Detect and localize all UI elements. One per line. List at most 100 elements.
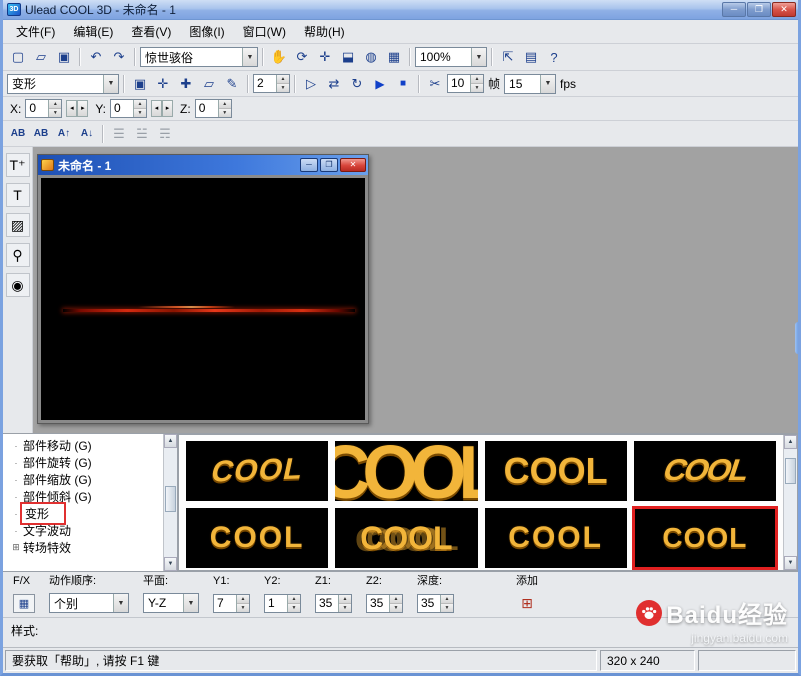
new-file-icon[interactable]: ▢: [7, 47, 29, 68]
split-text-down-icon[interactable]: A↓: [76, 123, 98, 144]
undo-icon[interactable]: ↶: [85, 47, 107, 68]
menu-item[interactable]: 窗口(W): [234, 20, 295, 43]
effect-thumbnail[interactable]: COOL: [631, 506, 779, 570]
chevron-down-icon[interactable]: ▼: [113, 594, 128, 612]
tree-item[interactable]: · 文字波动: [9, 522, 163, 539]
shape-icon[interactable]: ▷: [300, 73, 322, 94]
spin-up-icon[interactable]: ▲: [237, 595, 249, 604]
nudge-left-icon[interactable]: ◂: [151, 100, 163, 117]
edit-text-icon[interactable]: AB: [30, 123, 52, 144]
fx-grid-icon[interactable]: ▦: [13, 594, 35, 613]
spin-up-icon[interactable]: ▲: [218, 100, 231, 109]
doc-close-button[interactable]: ✕: [340, 158, 366, 172]
stop-icon[interactable]: ■: [392, 73, 414, 94]
add-effect-icon[interactable]: ⊞: [516, 594, 538, 613]
effect-thumbnail[interactable]: COOL: [186, 441, 329, 501]
align-center-icon[interactable]: ☱: [131, 123, 153, 144]
scroll-track[interactable]: [164, 448, 177, 557]
y-spinner[interactable]: 0 ▲ ▼: [110, 99, 148, 118]
save-icon[interactable]: ▣: [53, 47, 75, 68]
z1-spinner[interactable]: 35 ▲ ▼: [315, 594, 352, 613]
spin-down-icon[interactable]: ▼: [390, 604, 402, 612]
swap-direction-icon[interactable]: ⇄: [323, 73, 345, 94]
render-frame-icon[interactable]: ▤: [520, 47, 542, 68]
document-title-bar[interactable]: 未命名 - 1 ─ ❐ ✕: [38, 155, 368, 175]
rotate-view-icon[interactable]: ⟳: [291, 47, 313, 68]
spin-down-icon[interactable]: ▼: [49, 109, 62, 117]
scroll-down-icon[interactable]: ▼: [164, 557, 177, 571]
attributes-icon[interactable]: ▣: [129, 73, 151, 94]
position-icon[interactable]: ✛: [152, 73, 174, 94]
spin-down-icon[interactable]: ▼: [134, 109, 147, 117]
scroll-thumb[interactable]: [785, 457, 796, 484]
menu-item[interactable]: 帮助(H): [295, 20, 354, 43]
spin-up-icon[interactable]: ▲: [339, 595, 351, 604]
nudge-right-icon[interactable]: ▸: [77, 100, 89, 117]
pen-icon[interactable]: ✎: [221, 73, 243, 94]
globe-icon[interactable]: ◍: [360, 47, 382, 68]
material-sphere-tool-icon[interactable]: ◉: [5, 273, 30, 297]
fps-combo[interactable]: 15 ▼: [504, 73, 557, 94]
edit-text-tool-icon[interactable]: T: [5, 183, 30, 207]
tree-scrollbar[interactable]: ▲ ▼: [163, 434, 177, 571]
thumbnails-scrollbar[interactable]: ▲ ▼: [783, 435, 797, 570]
export-icon[interactable]: ⇱: [497, 47, 519, 68]
spin-up-icon[interactable]: ▲: [277, 75, 289, 84]
chevron-down-icon[interactable]: ▼: [242, 48, 257, 66]
minimize-button[interactable]: ─: [722, 2, 746, 17]
chevron-down-icon[interactable]: ▼: [540, 74, 556, 93]
nudge-right-icon[interactable]: ▸: [162, 100, 174, 117]
y1-spinner[interactable]: 7 ▲ ▼: [213, 594, 250, 613]
spin-up-icon[interactable]: ▲: [441, 595, 453, 604]
insert-text-icon[interactable]: AB: [7, 123, 29, 144]
menu-item[interactable]: 图像(I): [180, 20, 233, 43]
scroll-down-icon[interactable]: ▼: [784, 556, 797, 570]
document-window[interactable]: 未命名 - 1 ─ ❐ ✕: [37, 154, 369, 424]
effect-thumbnail[interactable]: COOL: [335, 441, 478, 501]
doc-minimize-button[interactable]: ─: [300, 158, 318, 172]
tree-item[interactable]: ⊞ 转场特效: [9, 539, 163, 556]
chevron-down-icon[interactable]: ▼: [103, 74, 118, 93]
chevron-down-icon[interactable]: ▼: [183, 594, 198, 612]
tree-item[interactable]: · 部件缩放 (G): [9, 471, 163, 488]
grid-table-icon[interactable]: ▦: [383, 47, 405, 68]
dimension-icon[interactable]: ⬓: [337, 47, 359, 68]
add-keyframe-icon[interactable]: ✚: [175, 73, 197, 94]
effect-thumbnail[interactable]: COOL: [186, 508, 329, 568]
redo-icon[interactable]: ↷: [108, 47, 130, 68]
scroll-up-icon[interactable]: ▲: [784, 435, 797, 449]
loop-icon[interactable]: ↻: [346, 73, 368, 94]
tree-item[interactable]: · 部件旋转 (G): [9, 454, 163, 471]
window-edge-scroll-thumb[interactable]: [795, 322, 798, 354]
z-spinner[interactable]: 0 ▲ ▼: [194, 99, 232, 118]
current-frame-spinner[interactable]: 2 ▲ ▼: [253, 74, 290, 93]
effect-thumbnail[interactable]: COOL: [484, 441, 627, 501]
total-frames-spinner[interactable]: 10 ▲ ▼: [447, 74, 484, 93]
y2-spinner[interactable]: 1 ▲ ▼: [264, 594, 301, 613]
effect-thumbnail[interactable]: COOL: [335, 508, 478, 568]
play-icon[interactable]: ▶: [369, 73, 391, 94]
chevron-down-icon[interactable]: ▼: [471, 48, 486, 66]
doc-maximize-button[interactable]: ❐: [320, 158, 338, 172]
nudge-left-icon[interactable]: ◂: [66, 100, 78, 117]
spin-down-icon[interactable]: ▼: [218, 109, 231, 117]
spin-down-icon[interactable]: ▼: [339, 604, 351, 612]
maximize-button[interactable]: ❐: [747, 2, 771, 17]
effect-combo[interactable]: 变形 ▼: [7, 73, 119, 94]
order-combo[interactable]: 个别 ▼: [49, 593, 129, 613]
scroll-thumb[interactable]: [165, 486, 176, 513]
slope-icon[interactable]: ▱: [198, 73, 220, 94]
spin-up-icon[interactable]: ▲: [134, 100, 147, 109]
z2-spinner[interactable]: 35 ▲ ▼: [366, 594, 403, 613]
align-left-icon[interactable]: ☰: [108, 123, 130, 144]
render-canvas[interactable]: [41, 178, 365, 420]
menu-item[interactable]: 文件(F): [7, 20, 64, 43]
spin-up-icon[interactable]: ▲: [288, 595, 300, 604]
close-button[interactable]: ✕: [772, 2, 796, 17]
snip-frames-icon[interactable]: ✂: [424, 73, 446, 94]
spin-down-icon[interactable]: ▼: [441, 604, 453, 612]
spin-down-icon[interactable]: ▼: [471, 84, 483, 92]
x-spinner[interactable]: 0 ▲ ▼: [25, 99, 63, 118]
spin-down-icon[interactable]: ▼: [237, 604, 249, 612]
plane-combo[interactable]: Y-Z ▼: [143, 593, 199, 613]
